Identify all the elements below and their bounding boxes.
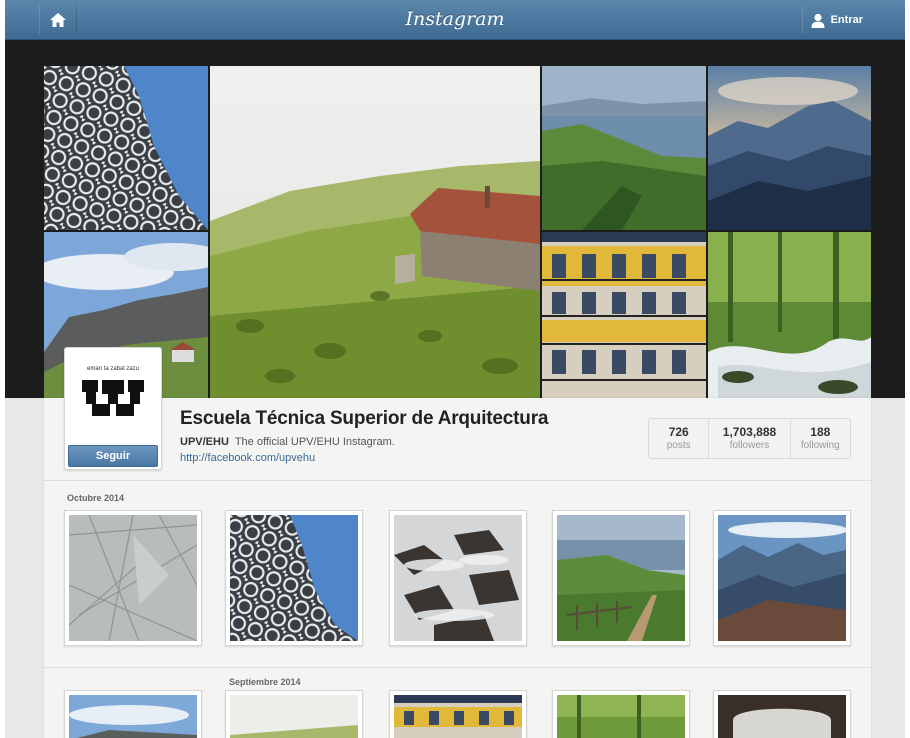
photo-thumbnail[interactable] xyxy=(713,690,851,738)
photo-thumbnail[interactable] xyxy=(64,510,202,646)
cover-mosaic xyxy=(44,66,871,398)
profile-name: Escuela Técnica Superior de Arquitectura xyxy=(180,408,549,429)
top-bar: Instagram Entrar xyxy=(5,0,905,40)
photo-thumbnail[interactable] xyxy=(225,510,363,646)
cover-photo[interactable] xyxy=(542,66,706,230)
stat-value: 1,703,888 xyxy=(722,425,777,439)
profile-bio: UPV/EHU The official UPV/EHU Instagram. xyxy=(180,436,395,448)
cover-photo[interactable] xyxy=(44,66,208,230)
follow-button[interactable]: Seguir xyxy=(68,445,158,467)
stat-posts[interactable]: 726 posts xyxy=(649,419,710,458)
section-divider xyxy=(44,480,871,481)
section-divider xyxy=(44,667,871,668)
photo-thumbnail[interactable] xyxy=(389,510,527,646)
stat-following[interactable]: 188 following xyxy=(791,419,850,458)
profile-stats: 726 posts 1,703,888 followers 188 follow… xyxy=(648,418,851,459)
profile-username: UPV/EHU xyxy=(180,436,229,448)
instagram-logo[interactable]: Instagram xyxy=(5,8,905,30)
avatar[interactable]: eman ta zabal zazu Seguir xyxy=(64,347,162,470)
cover-photo[interactable] xyxy=(210,66,540,398)
profile-bio-text: The official UPV/EHU Instagram. xyxy=(234,436,395,448)
photo-thumbnail[interactable] xyxy=(225,690,363,738)
stat-value: 726 xyxy=(668,425,689,439)
profile-link[interactable]: http://facebook.com/upvehu xyxy=(180,452,315,464)
stat-value: 188 xyxy=(810,425,831,439)
stat-label: following xyxy=(800,440,840,451)
cover-photo[interactable] xyxy=(542,232,706,398)
stat-label: followers xyxy=(729,440,770,451)
photo-thumbnail[interactable] xyxy=(552,690,690,738)
photo-thumbnail[interactable] xyxy=(713,510,851,646)
month-label: Octubre 2014 xyxy=(67,493,125,503)
stat-label: posts xyxy=(666,440,691,451)
cover-photo[interactable] xyxy=(708,66,871,230)
avatar-motto: eman ta zabal zazu xyxy=(86,366,140,372)
photo-thumbnail[interactable] xyxy=(64,690,202,738)
instagram-page: Instagram Entrar eman ta zabal zazu Segu… xyxy=(5,0,905,738)
cover-photo[interactable] xyxy=(708,232,871,398)
upv-ehu-logo-icon xyxy=(82,380,144,416)
user-icon xyxy=(811,13,825,28)
stat-followers[interactable]: 1,703,888 followers xyxy=(709,419,791,458)
month-label: Septiembre 2014 xyxy=(229,677,301,687)
login-button[interactable]: Entrar xyxy=(801,6,871,34)
photo-thumbnail[interactable] xyxy=(552,510,690,646)
photo-thumbnail[interactable] xyxy=(389,690,527,738)
login-label: Entrar xyxy=(830,14,863,26)
